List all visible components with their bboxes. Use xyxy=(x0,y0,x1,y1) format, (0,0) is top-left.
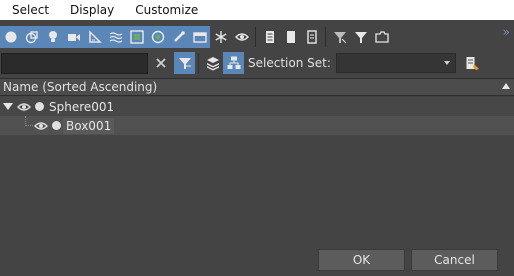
filter-funnel-x-icon xyxy=(333,32,346,44)
menu-display[interactable]: Display xyxy=(58,0,123,20)
cancel-button[interactable]: Cancel xyxy=(411,249,498,271)
hierarchy-button[interactable] xyxy=(223,52,244,74)
filter-toolbar xyxy=(0,25,514,49)
spacewarp-waves-icon xyxy=(109,32,122,43)
more-chevron-icon[interactable]: » xyxy=(503,25,510,39)
shapes-icon xyxy=(25,31,38,44)
select-all-icon xyxy=(265,31,274,43)
toolbar-separator xyxy=(325,27,326,47)
filter-funnel-icon xyxy=(178,58,191,69)
object-dot-icon xyxy=(35,102,44,111)
menu-select[interactable]: Select xyxy=(0,0,58,20)
search-row: Selection Set: xyxy=(0,51,514,75)
layers-icon xyxy=(206,57,219,71)
frozen-filter-button[interactable] xyxy=(210,26,231,48)
select-all-button[interactable] xyxy=(259,26,280,48)
toolbar-separator xyxy=(255,27,256,47)
invert-selection-icon xyxy=(306,30,317,44)
bones-filter-button[interactable] xyxy=(168,26,189,48)
toolbar-separator xyxy=(198,53,199,73)
name-column-header[interactable]: Name (Sorted Ascending) xyxy=(0,78,514,96)
expand-triangle-icon[interactable] xyxy=(3,103,13,110)
dialog-footer: OK Cancel xyxy=(0,245,514,276)
tree-connector xyxy=(25,116,33,126)
helpers-filter-button[interactable] xyxy=(84,26,105,48)
menu-bar: Select Display Customize xyxy=(0,0,514,20)
tree-node-label: Sphere001 xyxy=(49,99,115,114)
visibility-eye-icon[interactable] xyxy=(17,102,31,112)
geometry-filter-button[interactable] xyxy=(0,26,21,48)
invert-selection-button[interactable] xyxy=(301,26,322,48)
object-dot-icon xyxy=(52,121,61,130)
lights-filter-button[interactable] xyxy=(42,26,63,48)
hierarchy-icon xyxy=(227,56,240,69)
visibility-eye-icon[interactable] xyxy=(34,121,48,131)
search-input[interactable] xyxy=(1,52,148,74)
filter-funnel-button[interactable] xyxy=(350,26,371,48)
selection-set-label: Selection Set: xyxy=(248,56,331,70)
filter-options-button[interactable] xyxy=(329,26,350,48)
close-icon xyxy=(156,58,166,68)
helper-ruler-icon xyxy=(88,30,102,43)
sphere-icon xyxy=(5,31,16,43)
tree-node-label: Box001 xyxy=(63,117,115,134)
light-bulb-icon xyxy=(48,31,57,42)
xref-icon xyxy=(151,30,164,44)
groups-filter-button[interactable] xyxy=(126,26,147,48)
menu-customize[interactable]: Customize xyxy=(123,0,207,20)
containers-filter-button[interactable] xyxy=(189,26,210,48)
tree-row[interactable]: Box001 xyxy=(0,116,514,135)
clear-search-button[interactable] xyxy=(150,52,172,74)
snowflake-icon xyxy=(214,31,227,43)
xrefs-filter-button[interactable] xyxy=(147,26,168,48)
folder-icon xyxy=(374,31,389,43)
edit-selection-set-button[interactable] xyxy=(462,52,483,74)
layers-button[interactable] xyxy=(202,52,223,74)
tree-row[interactable]: Sphere001 xyxy=(0,97,514,116)
selection-set-dropdown[interactable] xyxy=(335,53,456,73)
select-none-icon xyxy=(286,31,295,43)
bone-icon xyxy=(173,31,185,42)
filter-toggle-button[interactable] xyxy=(174,52,195,74)
layer-folder-button[interactable] xyxy=(371,26,392,48)
hidden-filter-button[interactable] xyxy=(231,26,252,48)
camera-icon xyxy=(67,34,80,41)
chevron-down-icon xyxy=(443,61,450,65)
scene-tree: Sphere001 Box001 xyxy=(0,97,514,242)
sort-ascending-icon xyxy=(502,83,510,89)
filter-funnel-icon xyxy=(354,32,367,43)
group-icon xyxy=(129,30,144,44)
edit-named-selection-icon xyxy=(466,57,480,70)
spacewarps-filter-button[interactable] xyxy=(105,26,126,48)
cameras-filter-button[interactable] xyxy=(63,26,84,48)
select-none-button[interactable] xyxy=(280,26,301,48)
column-header-label: Name (Sorted Ascending) xyxy=(3,80,158,94)
container-icon xyxy=(192,32,207,43)
ok-button[interactable]: OK xyxy=(318,249,405,271)
eye-icon xyxy=(234,33,249,41)
shapes-filter-button[interactable] xyxy=(21,26,42,48)
